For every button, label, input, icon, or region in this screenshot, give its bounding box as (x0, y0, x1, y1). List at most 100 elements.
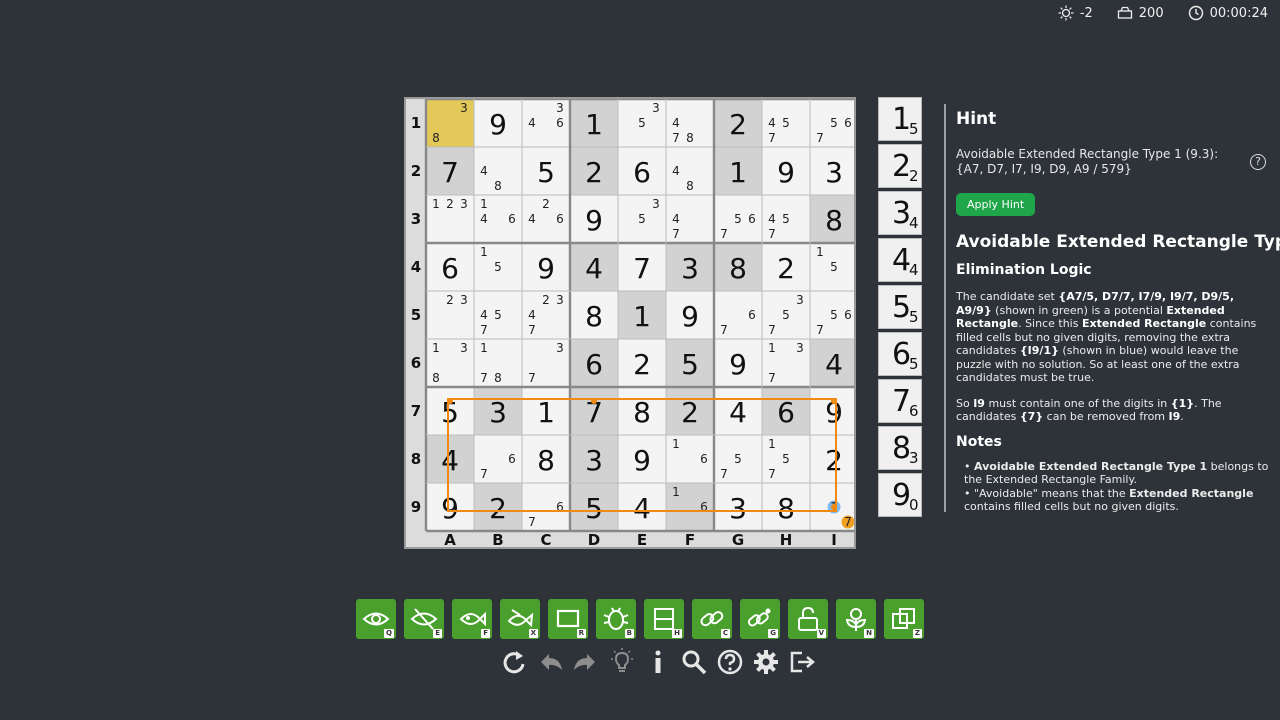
digit-button-5[interactable]: 55 (878, 285, 922, 329)
candidate: 5 (494, 260, 502, 274)
info-button[interactable] (644, 648, 672, 678)
candidate: 5 (494, 308, 502, 322)
cell-value: 5 (537, 156, 555, 189)
text: So (956, 396, 974, 410)
candidate: 7 (768, 323, 776, 337)
shortcut-key: V (816, 629, 826, 638)
candidate: 1 (768, 437, 776, 451)
chain-node (591, 398, 597, 404)
redo-icon (574, 654, 595, 670)
fish-eye-tool-button[interactable]: F (452, 599, 492, 639)
candidate: 5 (830, 116, 838, 130)
cell-value: 1 (537, 396, 555, 429)
shortcut-key: X (528, 629, 538, 638)
digit-button-8[interactable]: 83 (878, 426, 922, 470)
cell-value: 6 (777, 396, 795, 429)
eye-tool-button[interactable]: Q (356, 599, 396, 639)
timer: 00:00:24 (1188, 5, 1268, 21)
candidate: 5 (782, 452, 790, 466)
candidate: 6 (508, 212, 516, 226)
candidate: 4 (672, 212, 680, 226)
candidate: 7 (816, 131, 824, 145)
hint-penalty-value: -2 (1079, 5, 1093, 21)
shortcut-key: N (864, 629, 874, 638)
candidate: 6 (748, 308, 756, 322)
text: Avoidable Extended Rectangle Type 1 (974, 459, 1208, 473)
cell-value: 8 (825, 204, 843, 237)
shortcut-key: H (672, 629, 682, 638)
text: . (1180, 410, 1184, 423)
magnify-button[interactable] (680, 648, 708, 678)
redo-button[interactable] (572, 648, 600, 678)
digit-button-7[interactable]: 76 (878, 379, 922, 423)
technique-toolbar: QEF X RB H CG V N Z (356, 599, 924, 639)
rectangle-tool-button[interactable]: R (548, 599, 588, 639)
extended-rectangle-family-link[interactable]: Extended Rectangle Family (986, 473, 1134, 486)
undo-button[interactable] (536, 648, 564, 678)
unlock-tool-button[interactable]: V (788, 599, 828, 639)
candidate: 4 (672, 116, 680, 130)
candidate: 7 (480, 371, 488, 385)
board-grid[interactable]: 38 9 34 6 1 35 47 8 2 4 575 677 48 5 2 6 48 1 9 31 2 3 14 624 6 9… (406, 99, 854, 547)
text: contains filled cells but no given digit… (964, 500, 1179, 513)
candidate: 4 (528, 116, 536, 130)
apply-hint-button[interactable]: Apply Hint (956, 193, 1036, 216)
bug-tool-button[interactable]: B (596, 599, 636, 639)
cell-value: 2 (681, 396, 699, 429)
digit-button-2[interactable]: 22 (878, 144, 922, 188)
help-icon (717, 649, 743, 675)
cell-value: 3 (489, 396, 507, 429)
candidate: 3 (460, 197, 468, 211)
settings-button[interactable] (752, 648, 780, 678)
candidate: 1 (480, 197, 488, 211)
help-circle-icon[interactable]: ? (1250, 154, 1266, 170)
text: . (1133, 473, 1137, 486)
exit-button[interactable] (788, 648, 816, 678)
digit-button-9[interactable]: 90 (878, 473, 922, 517)
help-button[interactable] (716, 648, 744, 678)
avoidable-link[interactable]: Avoidable (979, 487, 1033, 500)
flower-tool-button[interactable]: N (836, 599, 876, 639)
candidate: 3 (460, 341, 468, 355)
note-item: • Avoidable Extended Rectangle Type 1 be… (964, 460, 1270, 487)
digit-button-4[interactable]: 44 (878, 238, 922, 282)
candidate: 1 (816, 245, 824, 259)
digit-remaining-count: 3 (909, 449, 919, 467)
group-chain-tool-button[interactable]: G (740, 599, 780, 639)
hidden-rectangle-tool-button[interactable]: H (644, 599, 684, 639)
timer-value: 00:00:24 (1209, 5, 1268, 21)
digit-button-3[interactable]: 34 (878, 191, 922, 235)
candidate: 7 (768, 371, 776, 385)
cell-value: 9 (489, 108, 507, 141)
panel-heading: Hint (956, 109, 997, 129)
eye-off-tool-button[interactable]: E (404, 599, 444, 639)
lightbulb-icon (611, 648, 633, 672)
candidate: 2 (446, 197, 454, 211)
fish-x-tool-button[interactable]: X (500, 599, 540, 639)
lightbulb-button[interactable] (608, 648, 636, 678)
text: The candidate set (956, 290, 1059, 303)
digit-button-1[interactable]: 15 (878, 97, 922, 141)
cell-value: 9 (585, 204, 603, 237)
restart-button[interactable] (500, 648, 528, 678)
cell-value: 6 (585, 348, 603, 381)
cell-value: 3 (585, 444, 603, 477)
elimination-logic-heading: Elimination Logic (956, 262, 1092, 278)
candidate: 8 (686, 131, 694, 145)
candidate: 8 (494, 179, 502, 193)
candidate: 7 (768, 467, 776, 481)
info-icon (655, 650, 661, 673)
logic-paragraph-2: So I9 must contain one of the digits in … (956, 397, 1270, 424)
chain-tool-button[interactable]: C (692, 599, 732, 639)
cell-value: 9 (777, 156, 795, 189)
candidate: 8 (494, 371, 502, 385)
cell-value: 8 (777, 492, 795, 525)
candidate: 6 (508, 452, 516, 466)
cell-value: 3 (825, 156, 843, 189)
candidate: 1 (480, 245, 488, 259)
candidate: 3 (796, 341, 804, 355)
candidate: 7 (672, 131, 680, 145)
digit-button-6[interactable]: 65 (878, 332, 922, 376)
overlap-tool-button[interactable]: Z (884, 599, 924, 639)
text: • " (964, 486, 980, 500)
